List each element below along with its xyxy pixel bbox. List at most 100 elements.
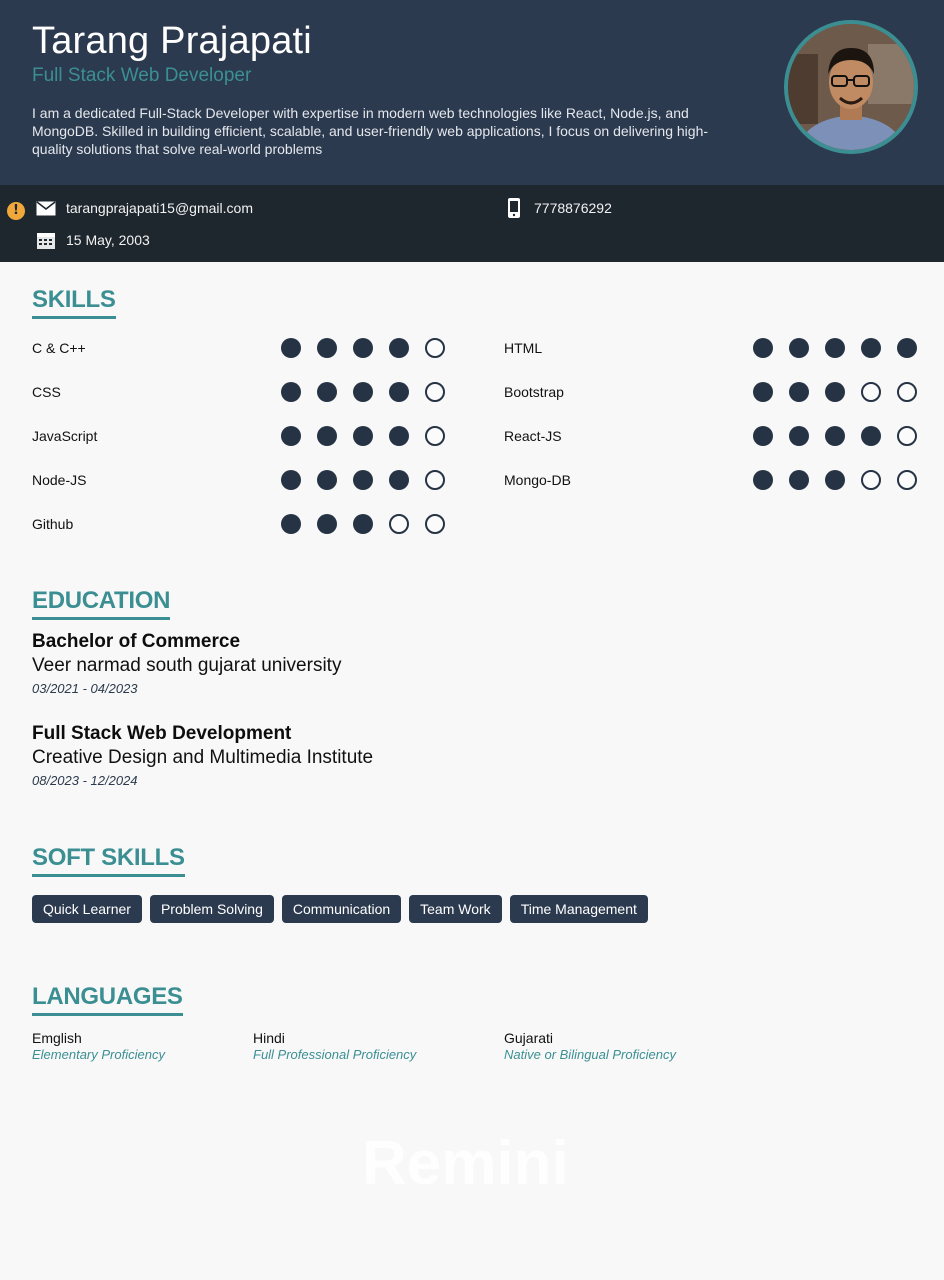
education-heading: EDUCATION xyxy=(32,587,170,620)
rating-dot-filled xyxy=(317,382,337,402)
skill-name: JavaScript xyxy=(32,428,98,444)
skill-rating xyxy=(281,426,445,446)
skill-rating xyxy=(281,514,445,534)
rating-dot-filled xyxy=(317,338,337,358)
rating-dot-filled xyxy=(281,426,301,446)
soft-skill-tag: Team Work xyxy=(409,895,502,923)
rating-dot-empty xyxy=(897,470,917,490)
rating-dot-filled xyxy=(353,514,373,534)
rating-dot-filled xyxy=(317,426,337,446)
rating-dot-filled xyxy=(389,470,409,490)
skill-rating xyxy=(753,382,917,402)
contact-dob: 15 May, 2003 xyxy=(36,231,150,249)
skill-row: Node-JS xyxy=(32,469,282,491)
rating-dot-filled xyxy=(825,470,845,490)
skill-rating xyxy=(281,470,445,490)
rating-dot-filled xyxy=(353,382,373,402)
rating-dot-filled xyxy=(281,470,301,490)
rating-dot-filled xyxy=(789,338,809,358)
education-degree: Bachelor of Commerce xyxy=(32,631,241,652)
rating-dot-filled xyxy=(281,338,301,358)
skill-rating xyxy=(753,470,917,490)
skill-row: Mongo-DB xyxy=(504,469,754,491)
skill-row: React-JS xyxy=(504,425,754,447)
rating-dot-empty xyxy=(425,470,445,490)
language-proficiency: Native or Bilingual Proficiency xyxy=(504,1047,676,1062)
calendar-icon xyxy=(36,231,56,249)
rating-dot-filled xyxy=(281,514,301,534)
rating-dot-filled xyxy=(753,426,773,446)
skill-name: CSS xyxy=(32,384,61,400)
soft-skills-heading: SOFT SKILLS xyxy=(32,844,185,877)
rating-dot-empty xyxy=(425,382,445,402)
skill-rating xyxy=(753,426,917,446)
language-proficiency: Full Professional Proficiency xyxy=(253,1047,417,1062)
rating-dot-filled xyxy=(281,382,301,402)
languages-heading: LANGUAGES xyxy=(32,983,183,1016)
skill-name: Bootstrap xyxy=(504,384,564,400)
language-item: Gujarati Native or Bilingual Proficiency xyxy=(504,1030,676,1062)
rating-dot-empty xyxy=(861,382,881,402)
rating-dot-filled xyxy=(825,338,845,358)
soft-skill-tag: Communication xyxy=(281,895,402,923)
phone-text: 7778876292 xyxy=(534,200,612,216)
language-name: Hindi xyxy=(253,1030,285,1046)
dob-text: 15 May, 2003 xyxy=(66,232,150,248)
skill-row: CSS xyxy=(32,381,282,403)
skill-name: C & C++ xyxy=(32,340,86,356)
profile-photo xyxy=(784,20,918,154)
rating-dot-filled xyxy=(389,382,409,402)
skill-name: HTML xyxy=(504,340,543,356)
skill-row: Github xyxy=(32,513,282,535)
skill-rating xyxy=(281,382,445,402)
skill-name: Mongo-DB xyxy=(504,472,571,488)
rating-dot-filled xyxy=(861,338,881,358)
rating-dot-filled xyxy=(825,382,845,402)
email-text: tarangprajapati15@gmail.com xyxy=(66,200,253,216)
soft-skill-tag: Quick Learner xyxy=(32,895,142,923)
language-proficiency: Elementary Proficiency xyxy=(32,1047,165,1062)
rating-dot-filled xyxy=(897,338,917,358)
rating-dot-filled xyxy=(753,338,773,358)
skills-heading: SKILLS xyxy=(32,286,116,319)
profile-summary: I am a dedicated Full-Stack Developer wi… xyxy=(32,105,709,157)
rating-dot-filled xyxy=(317,470,337,490)
mobile-phone-icon xyxy=(504,198,524,218)
rating-dot-filled xyxy=(789,470,809,490)
rating-dot-filled xyxy=(389,338,409,358)
education-dates: 08/2023 - 12/2024 xyxy=(32,773,138,788)
language-item: Emglish Elementary Proficiency xyxy=(32,1030,165,1062)
resume-header: Tarang Prajapati Full Stack Web Develope… xyxy=(0,0,944,185)
rating-dot-filled xyxy=(353,470,373,490)
watermark: Remini xyxy=(362,1129,569,1198)
rating-dot-filled xyxy=(389,426,409,446)
rating-dot-filled xyxy=(789,382,809,402)
rating-dot-filled xyxy=(789,426,809,446)
rating-dot-filled xyxy=(753,470,773,490)
rating-dot-empty xyxy=(425,426,445,446)
person-portrait-icon xyxy=(788,24,914,150)
rating-dot-filled xyxy=(861,426,881,446)
education-entry: Full Stack Web Development Creative Desi… xyxy=(32,723,373,788)
rating-dot-filled xyxy=(753,382,773,402)
envelope-icon xyxy=(36,199,56,217)
soft-skill-tag: Time Management xyxy=(509,895,648,923)
skill-row: Bootstrap xyxy=(504,381,754,403)
rating-dot-empty xyxy=(897,382,917,402)
rating-dot-empty xyxy=(861,470,881,490)
warning-icon[interactable]: ! xyxy=(7,202,25,220)
rating-dot-filled xyxy=(353,338,373,358)
rating-dot-filled xyxy=(825,426,845,446)
education-entry: Bachelor of Commerce Veer narmad south g… xyxy=(32,631,341,696)
skill-row: JavaScript xyxy=(32,425,282,447)
skill-name: React-JS xyxy=(504,428,562,444)
skill-name: Github xyxy=(32,516,74,532)
skill-row: C & C++ xyxy=(32,337,282,359)
rating-dot-empty xyxy=(897,426,917,446)
language-name: Gujarati xyxy=(504,1030,554,1046)
contact-phone: 7778876292 xyxy=(504,198,612,218)
skill-rating xyxy=(753,338,917,358)
education-degree: Full Stack Web Development xyxy=(32,723,292,744)
soft-skill-tag: Problem Solving xyxy=(149,895,274,923)
contact-bar xyxy=(0,185,944,262)
